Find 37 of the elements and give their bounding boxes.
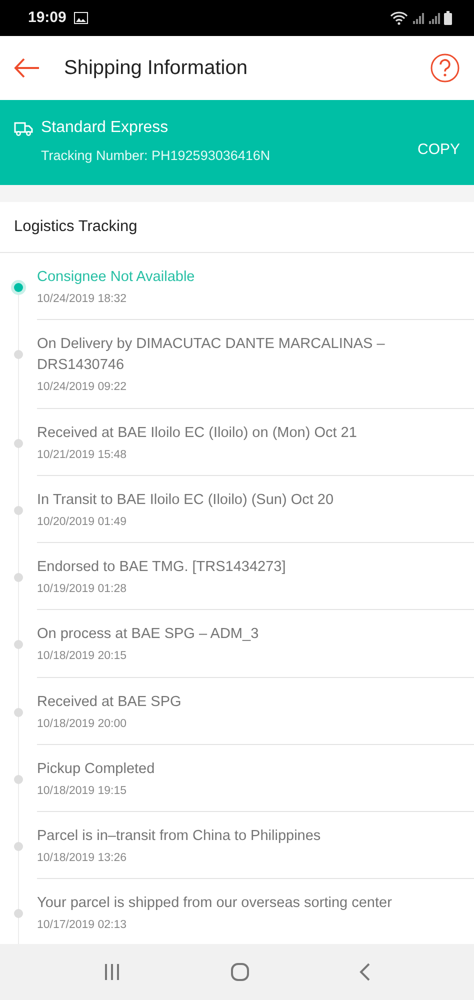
back-arrow-icon[interactable] — [14, 58, 40, 78]
back-icon[interactable] — [359, 963, 372, 981]
page-title: Shipping Information — [64, 56, 248, 81]
event-time: 10/18/2019 20:15 — [37, 649, 128, 664]
event-time: 10/18/2019 19:15 — [37, 784, 128, 799]
event-time: 10/18/2019 13:26 — [37, 851, 128, 866]
event-description: Pickup Completed — [37, 760, 156, 779]
event-description: Endorsed to BAE TMG. [TRS1434273] — [37, 558, 287, 578]
event-time: 10/18/2019 20:00 — [37, 716, 128, 732]
event-description: Received at BAE Iloilo EC (Iloilo) on (Mon) Oct 21 — [37, 424, 358, 443]
event-description: On Delivery by DIMACUTAC DANTE MARCALINAS – DRS1430746 — [37, 335, 386, 376]
shipping-service: Standard Express — [41, 118, 168, 138]
copy-button[interactable]: COPY — [417, 138, 460, 162]
signal-icon — [412, 12, 424, 24]
event-time: 10/19/2019 01:28 — [37, 582, 128, 598]
recent-apps-icon[interactable] — [102, 963, 121, 981]
status-time: 19:09 — [28, 8, 66, 28]
event-description: Parcel is in–transit from China to Philippines — [37, 827, 322, 846]
event-time: 10/20/2019 01:49 — [37, 514, 128, 530]
wifi-icon — [390, 11, 408, 25]
home-icon[interactable] — [230, 962, 250, 982]
event-description: On process at BAE SPG – ADM_3 — [37, 625, 260, 644]
event-description: Your parcel is shipped from our overseas sorting center — [37, 894, 393, 914]
battery-icon — [444, 11, 452, 25]
truck-icon — [14, 120, 33, 136]
event-description: In Transit to BAE Iloilo EC (Iloilo) (Sun) Oct 20 — [37, 490, 335, 510]
event-time: 10/24/2019 09:22 — [37, 380, 128, 396]
event-time: 10/21/2019 15:48 — [37, 448, 128, 463]
event-time: 10/24/2019 18:32 — [37, 292, 128, 308]
signal-icon — [428, 12, 440, 24]
event-time: 10/17/2019 02:13 — [37, 918, 128, 934]
image-icon — [74, 12, 88, 24]
help-icon[interactable] — [430, 53, 460, 83]
tracking-number: Tracking Number: PH192593036416N — [41, 147, 270, 165]
event-description: Received at BAE SPG — [37, 692, 182, 712]
event-description: Consignee Not Available — [37, 268, 196, 287]
section-title: Logistics Tracking — [14, 217, 138, 238]
